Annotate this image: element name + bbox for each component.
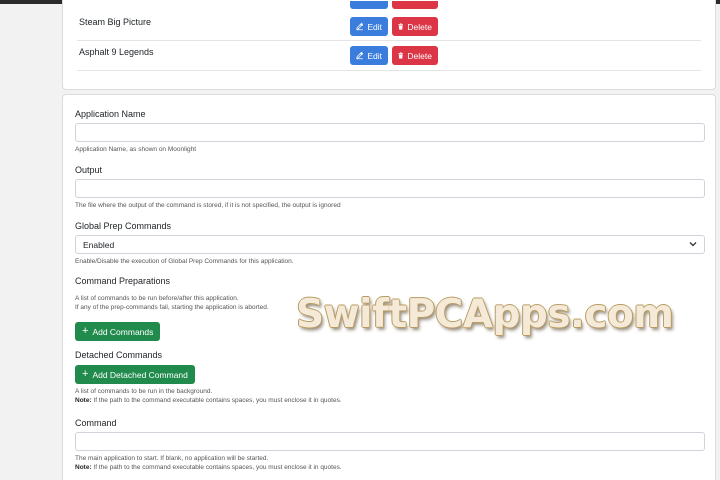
output-label: Output	[75, 165, 103, 175]
edit-button[interactable]: Edit	[350, 46, 388, 65]
output-input[interactable]	[75, 179, 705, 198]
command-preparations-help: A list of commands to be run before/afte…	[75, 294, 269, 312]
global-prep-label: Global Prep Commands	[75, 221, 172, 231]
add-commands-label: Add Commands	[92, 326, 154, 337]
app-row: Steam Big Picture Edit Delete	[77, 11, 701, 41]
detached-commands-help: A list of commands to be run in the back…	[75, 387, 342, 405]
global-prep-select[interactable]: Enabled	[75, 235, 705, 254]
note-text: If the path to the command executable co…	[91, 397, 342, 404]
command-preparations-help-line2: If any of the prep-commands fail, starti…	[75, 304, 269, 311]
edit-label: Edit	[367, 50, 382, 61]
detached-commands-label: Detached Commands	[75, 350, 163, 360]
command-input[interactable]	[75, 432, 705, 451]
global-prep-selected-value: Enabled	[83, 240, 115, 250]
watermark: SwiftPCApps.com	[296, 292, 674, 337]
chevron-down-icon	[689, 242, 697, 247]
global-prep-help: Enable/Disable the execution of Global P…	[75, 258, 294, 265]
note-label: Note:	[75, 397, 92, 404]
edit-button[interactable]: Edit	[350, 17, 388, 36]
delete-button[interactable]: Delete	[392, 17, 438, 36]
delete-button-partial[interactable]	[392, 1, 438, 9]
edit-icon	[356, 22, 364, 31]
app-name: Steam Big Picture	[79, 17, 152, 27]
command-label: Command	[75, 418, 117, 428]
app-name: Asphalt 9 Legends	[79, 47, 154, 57]
app-name-input[interactable]	[75, 123, 705, 142]
command-preparations-label: Command Preparations	[75, 276, 171, 286]
add-detached-command-label: Add Detached Command	[92, 369, 188, 380]
output-help: The file where the output of the command…	[75, 202, 341, 209]
command-help-line1: The main application to start. If blank,…	[75, 455, 269, 462]
command-note: Note: If the path to the command executa…	[75, 463, 342, 472]
command-preparations-help-line1: A list of commands to be run before/afte…	[75, 295, 239, 302]
plus-icon: +	[82, 325, 89, 337]
edit-icon	[356, 51, 364, 60]
app-row: Asphalt 9 Legends Edit Delete	[77, 41, 701, 71]
delete-button[interactable]: Delete	[392, 46, 438, 65]
add-detached-command-button[interactable]: + Add Detached Command	[75, 365, 195, 384]
note-text: If the path to the command executable co…	[91, 464, 342, 471]
detached-commands-help-line1: A list of commands to be run in the back…	[75, 388, 213, 395]
plus-icon: +	[82, 368, 89, 380]
app-name-help: Application Name, as shown on Moonlight	[75, 146, 197, 153]
note-label: Note:	[75, 464, 92, 471]
trash-icon	[398, 23, 404, 30]
trash-icon	[398, 52, 404, 59]
delete-label: Delete	[407, 21, 432, 32]
command-help: The main application to start. If blank,…	[75, 454, 342, 472]
app-name-label: Application Name	[75, 109, 146, 119]
applications-list-card: Steam Big Picture Edit Delete Asphalt 9 …	[62, 0, 716, 90]
application-form-card: Application Name Application Name, as sh…	[62, 94, 716, 480]
delete-label: Delete	[407, 50, 432, 61]
edit-label: Edit	[367, 21, 382, 32]
add-commands-button[interactable]: + Add Commands	[75, 322, 161, 341]
edit-button-partial[interactable]	[350, 1, 388, 9]
detached-commands-note: Note: If the path to the command executa…	[75, 396, 342, 405]
